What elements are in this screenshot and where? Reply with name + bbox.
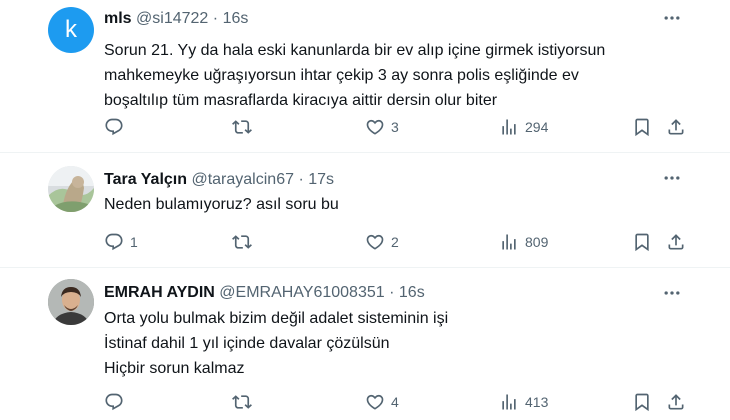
tweet-header: Tara Yalçın @tarayalcin67 · 17s — [104, 170, 334, 190]
retweet-button[interactable] — [232, 117, 258, 137]
views-button[interactable]: 809 — [499, 232, 548, 252]
heart-icon — [365, 117, 385, 137]
like-count: 2 — [391, 234, 399, 250]
views-icon — [499, 232, 519, 252]
reply-button[interactable]: 1 — [104, 232, 138, 252]
more-icon[interactable] — [662, 283, 682, 303]
timestamp[interactable]: 17s — [308, 171, 334, 188]
tweet-text-line: Orta yolu bulmak bizim değil adalet sist… — [104, 310, 449, 327]
tweet[interactable]: Tara Yalçın @tarayalcin67 · 17s Neden bu… — [0, 152, 730, 267]
views-button[interactable]: 413 — [499, 392, 548, 412]
retweet-icon — [232, 232, 252, 252]
tweet-text-line: Neden bulamıyoruz? asıl soru bu — [104, 196, 339, 213]
reply-button[interactable] — [104, 392, 130, 412]
reply-icon — [104, 232, 124, 252]
heart-icon — [365, 232, 385, 252]
handle[interactable]: @si14722 — [136, 10, 208, 27]
timestamp[interactable]: 16s — [399, 284, 425, 301]
avatar-letter: k — [65, 16, 77, 43]
tweet-header: mls @si14722 · 16s — [104, 9, 248, 29]
tweet[interactable]: EMRAH AYDIN @EMRAHAY61008351 · 16s Orta … — [0, 267, 730, 420]
bookmark-icon — [632, 392, 652, 412]
views-count: 294 — [525, 119, 549, 135]
tweet-text-line: Hiçbir sorun kalmaz — [104, 360, 245, 377]
share-button[interactable] — [666, 117, 686, 137]
views-button[interactable]: 294 — [499, 117, 548, 137]
retweet-icon — [232, 117, 252, 137]
views-icon — [499, 117, 519, 137]
handle[interactable]: @EMRAHAY61008351 — [219, 284, 384, 301]
avatar[interactable]: k — [48, 7, 94, 53]
heart-icon — [365, 392, 385, 412]
like-count: 3 — [391, 119, 399, 135]
timestamp[interactable]: 16s — [223, 10, 249, 27]
separator: · — [212, 10, 219, 27]
handle[interactable]: @tarayalcin67 — [191, 171, 294, 188]
views-count: 413 — [525, 394, 549, 410]
like-button[interactable]: 2 — [365, 232, 399, 252]
action-bar: 1 2 809 — [104, 232, 690, 252]
separator: · — [389, 284, 395, 301]
more-icon[interactable] — [662, 168, 682, 188]
display-name[interactable]: EMRAH AYDIN — [104, 284, 215, 301]
like-button[interactable]: 4 — [365, 392, 399, 412]
tweet[interactable]: k mls @si14722 · 16s Sorun 21. Yy da hal… — [0, 0, 730, 152]
tweet-text: Neden bulamıyoruz? asıl soru bu — [104, 192, 704, 217]
action-bar: 3 294 — [104, 117, 690, 137]
like-button[interactable]: 3 — [365, 117, 399, 137]
bookmark-button[interactable] — [632, 232, 652, 252]
share-button[interactable] — [666, 392, 686, 412]
tweet-text: Orta yolu bulmak bizim değil adalet sist… — [104, 306, 704, 381]
avatar-photo — [48, 166, 94, 212]
share-icon — [666, 232, 686, 252]
retweet-button[interactable] — [232, 392, 258, 412]
reply-icon — [104, 117, 124, 137]
display-name[interactable]: Tara Yalçın — [104, 171, 187, 188]
display-name[interactable]: mls — [104, 10, 132, 27]
reply-count: 1 — [130, 234, 138, 250]
share-button[interactable] — [666, 232, 686, 252]
avatar-photo — [48, 279, 94, 325]
retweet-button[interactable] — [232, 232, 258, 252]
share-icon — [666, 117, 686, 137]
bookmark-icon — [632, 117, 652, 137]
bookmark-button[interactable] — [632, 392, 652, 412]
reply-button[interactable] — [104, 117, 130, 137]
tweet-text-line: mahkemeyke uğraşıyorsun ihtar çekip 3 ay… — [104, 67, 579, 84]
bookmark-button[interactable] — [632, 117, 652, 137]
tweet-header: EMRAH AYDIN @EMRAHAY61008351 · 16s — [104, 283, 425, 303]
bookmark-icon — [632, 232, 652, 252]
tweet-text-line: İstinaf dahil 1 yıl içinde davalar çözül… — [104, 335, 390, 352]
reply-icon — [104, 392, 124, 412]
like-count: 4 — [391, 394, 399, 410]
tweet-text-line: Sorun 21. Yy da hala eski kanunlarda bir… — [104, 42, 606, 59]
avatar[interactable] — [48, 166, 94, 212]
separator: · — [298, 171, 304, 188]
action-bar: 4 413 — [104, 392, 690, 412]
more-icon[interactable] — [662, 8, 682, 28]
tweet-text: Sorun 21. Yy da hala eski kanunlarda bir… — [104, 38, 704, 113]
views-count: 809 — [525, 234, 549, 250]
tweet-text-line: boşaltılıp tüm masraflarda kiracıya aitt… — [104, 92, 498, 109]
avatar[interactable] — [48, 279, 94, 325]
retweet-icon — [232, 392, 252, 412]
views-icon — [499, 392, 519, 412]
share-icon — [666, 392, 686, 412]
